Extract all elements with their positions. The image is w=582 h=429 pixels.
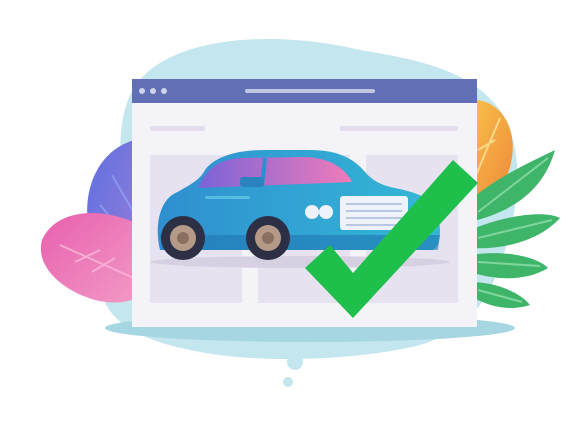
leaf-icon [40, 213, 141, 303]
illustration [0, 0, 582, 429]
